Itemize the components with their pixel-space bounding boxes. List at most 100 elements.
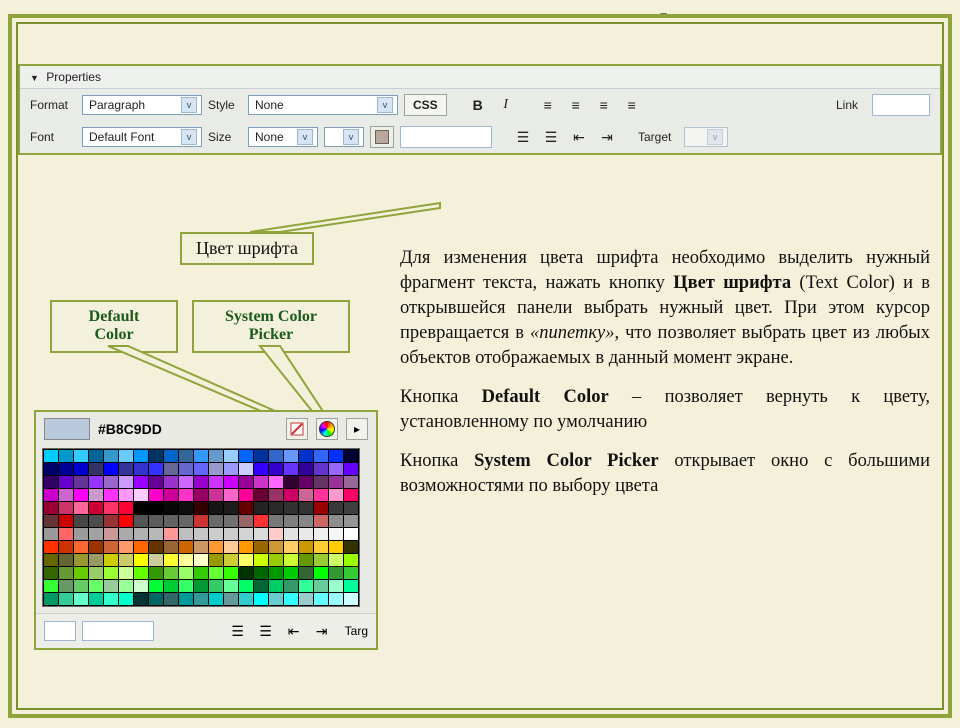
color-swatch[interactable]: [344, 515, 358, 527]
picker-menu-button[interactable]: ▸: [346, 418, 368, 440]
color-swatch[interactable]: [89, 489, 103, 501]
color-swatch[interactable]: [299, 554, 313, 566]
size-unit-combo[interactable]: v: [324, 127, 364, 147]
color-swatch[interactable]: [179, 567, 193, 579]
color-swatch[interactable]: [89, 463, 103, 475]
color-swatch[interactable]: [344, 476, 358, 488]
color-swatch[interactable]: [299, 515, 313, 527]
bold-button[interactable]: B: [467, 94, 489, 116]
color-swatch[interactable]: [104, 528, 118, 540]
color-swatch[interactable]: [284, 450, 298, 462]
ordered-list-icon[interactable]: ☰: [540, 126, 562, 148]
color-swatch[interactable]: [194, 463, 208, 475]
color-swatch[interactable]: [209, 476, 223, 488]
color-swatch[interactable]: [269, 593, 283, 605]
css-button[interactable]: CSS: [404, 94, 447, 116]
color-swatch[interactable]: [164, 450, 178, 462]
color-swatch[interactable]: [314, 567, 328, 579]
color-swatch[interactable]: [299, 580, 313, 592]
color-swatch[interactable]: [89, 450, 103, 462]
color-swatch[interactable]: [59, 476, 73, 488]
color-swatch[interactable]: [269, 554, 283, 566]
color-swatch[interactable]: [44, 489, 58, 501]
color-swatch[interactable]: [299, 528, 313, 540]
color-swatch[interactable]: [314, 580, 328, 592]
color-swatch[interactable]: [209, 450, 223, 462]
color-swatch[interactable]: [224, 528, 238, 540]
color-swatch[interactable]: [329, 476, 343, 488]
color-swatch[interactable]: [104, 502, 118, 514]
color-swatch[interactable]: [179, 463, 193, 475]
color-swatch[interactable]: [74, 502, 88, 514]
color-swatch[interactable]: [134, 528, 148, 540]
outdent-icon[interactable]: ⇤: [568, 126, 590, 148]
color-swatch[interactable]: [299, 541, 313, 553]
link-input[interactable]: [872, 94, 930, 116]
color-swatch[interactable]: [104, 515, 118, 527]
color-swatch[interactable]: [149, 515, 163, 527]
color-swatch[interactable]: [89, 554, 103, 566]
color-swatch[interactable]: [314, 541, 328, 553]
color-swatch[interactable]: [134, 567, 148, 579]
color-swatch[interactable]: [239, 580, 253, 592]
color-swatch[interactable]: [44, 463, 58, 475]
color-swatch[interactable]: [239, 567, 253, 579]
color-swatch[interactable]: [284, 463, 298, 475]
color-swatch[interactable]: [119, 567, 133, 579]
color-swatch[interactable]: [59, 580, 73, 592]
color-swatch[interactable]: [89, 567, 103, 579]
color-swatch[interactable]: [284, 476, 298, 488]
color-swatch[interactable]: [299, 567, 313, 579]
color-swatch[interactable]: [329, 450, 343, 462]
color-swatch[interactable]: [89, 528, 103, 540]
color-swatch[interactable]: [194, 476, 208, 488]
chevron-down-icon[interactable]: v: [181, 97, 197, 113]
color-swatch[interactable]: [119, 489, 133, 501]
current-color-swatch[interactable]: [44, 418, 90, 440]
color-swatch[interactable]: [89, 515, 103, 527]
color-swatch[interactable]: [134, 463, 148, 475]
color-swatch[interactable]: [314, 593, 328, 605]
color-swatch[interactable]: [299, 502, 313, 514]
color-swatch[interactable]: [344, 580, 358, 592]
color-swatch[interactable]: [284, 541, 298, 553]
color-swatch[interactable]: [164, 593, 178, 605]
color-swatch[interactable]: [254, 489, 268, 501]
color-swatch[interactable]: [254, 593, 268, 605]
color-swatch[interactable]: [104, 541, 118, 553]
color-swatch[interactable]: [74, 567, 88, 579]
color-swatch[interactable]: [329, 502, 343, 514]
color-swatch[interactable]: [119, 528, 133, 540]
color-swatch[interactable]: [194, 502, 208, 514]
chevron-down-icon[interactable]: v: [181, 129, 197, 145]
color-swatch[interactable]: [254, 541, 268, 553]
color-swatch[interactable]: [194, 580, 208, 592]
color-swatch[interactable]: [134, 450, 148, 462]
color-swatch[interactable]: [179, 450, 193, 462]
color-swatch[interactable]: [194, 593, 208, 605]
color-swatch[interactable]: [134, 593, 148, 605]
color-swatch[interactable]: [269, 541, 283, 553]
color-swatch[interactable]: [134, 502, 148, 514]
color-swatch[interactable]: [149, 580, 163, 592]
align-justify-icon[interactable]: ≡: [621, 94, 643, 116]
align-left-icon[interactable]: ≡: [537, 94, 559, 116]
color-swatch[interactable]: [194, 528, 208, 540]
color-swatch[interactable]: [254, 476, 268, 488]
color-swatch[interactable]: [104, 476, 118, 488]
color-swatch[interactable]: [119, 580, 133, 592]
color-swatch[interactable]: [149, 567, 163, 579]
color-swatch[interactable]: [59, 567, 73, 579]
chevron-down-icon[interactable]: v: [297, 129, 313, 145]
color-swatch[interactable]: [119, 541, 133, 553]
color-swatch[interactable]: [239, 502, 253, 514]
color-swatch[interactable]: [89, 580, 103, 592]
color-swatch[interactable]: [89, 593, 103, 605]
color-swatch[interactable]: [239, 554, 253, 566]
color-swatch[interactable]: [254, 567, 268, 579]
color-swatch[interactable]: [344, 567, 358, 579]
color-swatch[interactable]: [269, 580, 283, 592]
color-swatch[interactable]: [74, 463, 88, 475]
color-swatch[interactable]: [74, 476, 88, 488]
color-swatch[interactable]: [209, 554, 223, 566]
